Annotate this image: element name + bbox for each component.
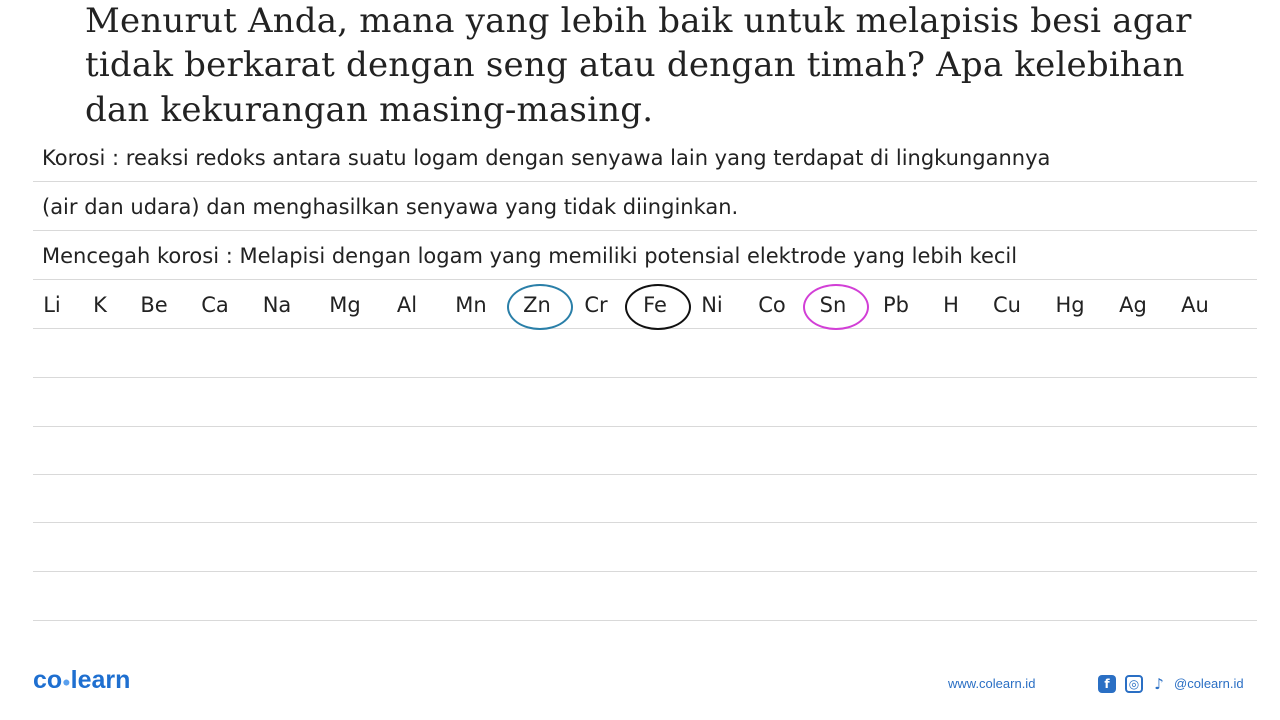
element-ag: Ag	[1119, 293, 1147, 317]
element-na: Na	[262, 293, 292, 317]
question-line: tidak berkarat dengan seng atau dengan t…	[85, 45, 1185, 85]
element-k: K	[93, 293, 107, 317]
element-be: Be	[140, 293, 168, 317]
rule-line	[33, 571, 1257, 572]
answer-line-definition-cont: (air dan udara) dan menghasilkan senyawa…	[42, 195, 739, 219]
element-h: H	[943, 293, 959, 317]
circle-sn	[803, 284, 869, 330]
rule-line	[33, 279, 1257, 280]
social-handle: @colearn.id	[1174, 676, 1244, 691]
element-cu: Cu	[993, 293, 1021, 317]
element-al: Al	[396, 293, 418, 317]
element-hg: Hg	[1055, 293, 1085, 317]
tiktok-icon[interactable]: ♪	[1150, 675, 1168, 693]
rule-line	[33, 181, 1257, 182]
rule-line	[33, 377, 1257, 378]
element-cr: Cr	[584, 293, 608, 317]
instagram-icon[interactable]: ◎	[1125, 675, 1143, 693]
circle-zn	[507, 284, 573, 330]
question-line: dan kekurangan masing-masing.	[85, 90, 654, 130]
circle-fe	[625, 284, 691, 330]
element-ni: Ni	[701, 293, 723, 317]
rule-line	[33, 230, 1257, 231]
rule-line	[33, 522, 1257, 523]
rule-line	[33, 474, 1257, 475]
element-ca: Ca	[201, 293, 229, 317]
website-link[interactable]: www.colearn.id	[948, 676, 1035, 691]
element-mg: Mg	[329, 293, 361, 317]
question-line: Menurut Anda, mana yang lebih baik untuk…	[85, 1, 1192, 41]
rule-line	[33, 426, 1257, 427]
answer-line-korosi: Korosi : reaksi redoks antara suatu loga…	[42, 146, 1051, 170]
answer-line-prevention: Mencegah korosi : Melapisi dengan logam …	[42, 244, 1018, 268]
element-li: Li	[43, 293, 61, 317]
facebook-icon[interactable]: f	[1098, 675, 1116, 693]
rule-line	[33, 620, 1257, 621]
element-mn: Mn	[455, 293, 487, 317]
element-pb: Pb	[883, 293, 909, 317]
colearn-logo: co●learn	[33, 666, 131, 694]
element-au: Au	[1181, 293, 1209, 317]
element-co: Co	[758, 293, 786, 317]
